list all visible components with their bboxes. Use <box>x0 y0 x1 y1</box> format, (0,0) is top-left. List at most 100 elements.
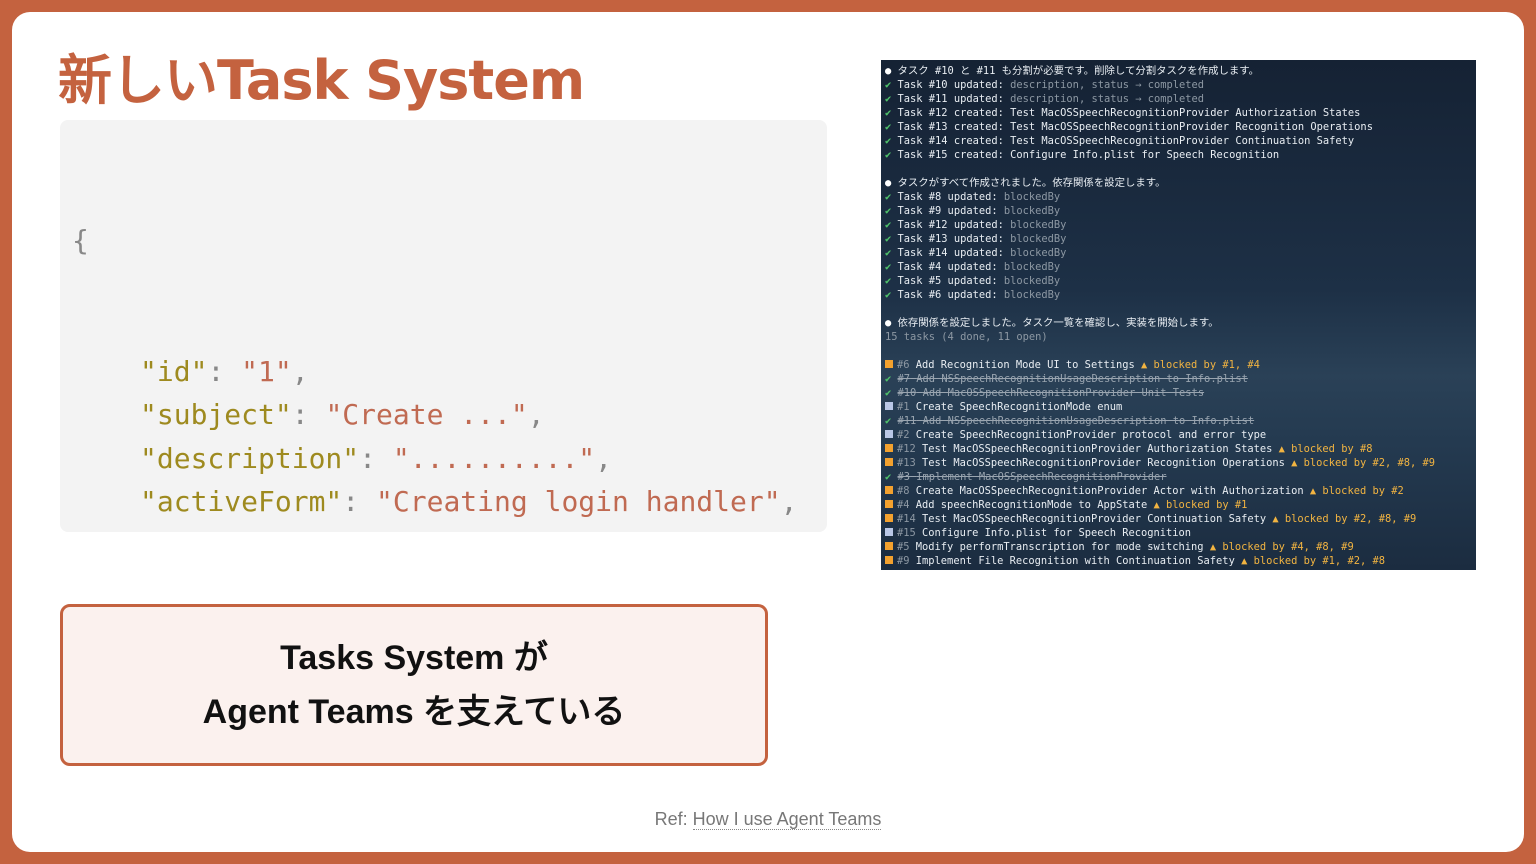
terminal-message: Task #15 created: Configure Info.plist f… <box>897 149 1280 161</box>
blocked-status-icon <box>885 500 893 508</box>
open-status-icon <box>885 430 893 438</box>
ref-link[interactable]: How I use Agent Teams <box>692 809 882 830</box>
code-comma: , <box>460 529 477 533</box>
blocked-by-label: ▲ blocked by #2 <box>1309 485 1404 497</box>
terminal-line: ✔ Task #14 updated: blockedBy <box>885 246 1476 260</box>
terminal-message: タスク #10 と #11 も分割が必要です。削除して分割タスクを作成します。 <box>897 65 1260 77</box>
terminal-message: Task #8 updated: <box>897 191 1004 203</box>
task-number: #13 <box>897 457 916 469</box>
task-list-item: ✔ #3 Implement MacOSSpeechRecognitionPro… <box>885 470 1476 484</box>
task-list-item: #8 Create MacOSSpeechRecognitionProvider… <box>885 484 1476 498</box>
callout-line-1: Tasks System が <box>280 639 548 677</box>
blocked-status-icon <box>885 458 893 466</box>
terminal-line: ✔ Task #12 created: Test MacOSSpeechReco… <box>885 106 1476 120</box>
code-key: "subject" <box>140 398 292 431</box>
task-title: Modify performTranscription for mode swi… <box>915 541 1204 553</box>
terminal-message: タスクがすべて作成されました。依存関係を設定します。 <box>897 177 1166 189</box>
bullet-icon: ● <box>885 65 898 77</box>
terminal-detail: blockedBy <box>1003 275 1061 287</box>
task-list-item: ✔ #11 Add NSSpeechRecognitionUsageDescri… <box>885 414 1476 428</box>
task-number: #15 <box>897 527 916 539</box>
reference-footer: Ref: How I use Agent Teams <box>12 809 1524 830</box>
terminal-message: Task #13 updated: <box>897 233 1011 245</box>
check-icon: ✔ <box>885 191 898 203</box>
blocked-status-icon <box>885 542 893 550</box>
code-line: "status": "pending", <box>72 524 827 533</box>
terminal-message: Task #14 created: Test MacOSSpeechRecogn… <box>897 135 1355 147</box>
check-icon: ✔ <box>885 289 898 301</box>
blocked-by-label: ▲ blocked by #2, #8, #9 <box>1272 513 1417 525</box>
terminal-message: Task #10 updated: <box>897 79 1011 91</box>
task-number: #8 <box>897 485 910 497</box>
task-number: #9 <box>897 555 910 567</box>
blocked-by-label: ▲ blocked by #1, #2, #8 <box>1241 555 1385 567</box>
terminal-detail: blockedBy <box>1003 289 1061 301</box>
terminal-message: Task #12 updated: <box>897 219 1011 231</box>
task-title: Test MacOSSpeechRecognitionProvider Reco… <box>922 457 1285 469</box>
task-number: #4 <box>897 499 910 511</box>
ref-prefix: Ref: <box>654 809 693 829</box>
terminal-message: Task #9 updated: <box>897 205 1004 217</box>
check-icon: ✔ <box>885 247 898 259</box>
terminal-line: ✔ Task #8 updated: blockedBy <box>885 190 1476 204</box>
code-value: "Create ..." <box>325 398 528 431</box>
check-icon: ✔ <box>885 205 898 217</box>
task-number: #6 <box>897 359 910 371</box>
task-title: Configure Info.plist for Speech Recognit… <box>922 527 1192 539</box>
task-title: Create MacOSSpeechRecognitionProvider Ac… <box>915 485 1304 497</box>
terminal-detail: blockedBy <box>1003 191 1061 203</box>
task-list-item: #14 Test MacOSSpeechRecognitionProvider … <box>885 512 1476 526</box>
task-number: #12 <box>897 443 916 455</box>
check-icon: ✔ <box>885 93 898 105</box>
task-number: #5 <box>897 541 910 553</box>
terminal-line: ✔ Task #14 created: Test MacOSSpeechReco… <box>885 134 1476 148</box>
task-number: #10 <box>897 387 917 399</box>
task-title: Add Recognition Mode UI to Settings <box>915 359 1135 371</box>
task-number: #1 <box>897 401 910 413</box>
task-title: Implement MacOSSpeechRecognitionProvider <box>916 471 1167 483</box>
code-line: "activeForm": "Creating login handler", <box>140 485 798 518</box>
task-number: #14 <box>897 513 916 525</box>
terminal-message: Task #5 updated: <box>897 275 1004 287</box>
task-title: Add NSSpeechRecognitionUsageDescription … <box>922 415 1255 427</box>
terminal-screenshot: ● タスク #10 と #11 も分割が必要です。削除して分割タスクを作成します… <box>881 60 1476 570</box>
open-status-icon <box>885 528 893 536</box>
task-title: Create SpeechRecognitionMode enum <box>915 401 1123 413</box>
code-value: "pending" <box>309 529 461 533</box>
check-icon: ✔ <box>885 261 898 273</box>
terminal-detail: blockedBy <box>1003 205 1061 217</box>
task-number: #2 <box>897 429 910 441</box>
terminal-message: Task #14 updated: <box>897 247 1011 259</box>
terminal-line: ✔ Task #6 updated: blockedBy <box>885 288 1476 302</box>
blocked-by-label: ▲ blocked by #4, #8, #9 <box>1209 541 1354 553</box>
open-status-icon <box>885 402 893 410</box>
terminal-line: ✔ Task #10 updated: description, status … <box>885 78 1476 92</box>
terminal-detail: blockedBy <box>1010 233 1067 245</box>
terminal-line: ✔ Task #4 updated: blockedBy <box>885 260 1476 274</box>
terminal-message: Task #11 updated: <box>897 93 1011 105</box>
check-icon: ✔ <box>885 219 898 231</box>
code-comma: , <box>291 354 309 388</box>
task-summary: 15 tasks (4 done, 11 open) <box>885 331 1048 343</box>
code-key: "activeForm" <box>140 485 343 518</box>
terminal-line: ● 依存関係を設定しました。タスク一覧を確認し、実装を開始します。 <box>885 316 1476 330</box>
task-list-item: #2 Create SpeechRecognitionProvider prot… <box>885 428 1476 442</box>
blocked-status-icon <box>885 556 893 564</box>
callout-box: Tasks System が Agent Teams を支えている <box>60 604 768 766</box>
terminal-line: ✔ Task #5 updated: blockedBy <box>885 274 1476 288</box>
terminal-message: Task #12 created: Test MacOSSpeechRecogn… <box>897 107 1361 119</box>
code-line: "id": "1", <box>140 354 309 388</box>
terminal-detail: blockedBy <box>1010 219 1067 231</box>
task-list-item: #9 Implement File Recognition with Conti… <box>885 554 1476 568</box>
check-icon: ✔ <box>885 471 898 483</box>
code-comma: , <box>527 398 545 431</box>
task-number: #3 <box>897 471 911 483</box>
task-list-item: ✔ #10 Add MacOSSpeechRecognitionProvider… <box>885 386 1476 400</box>
check-icon: ✔ <box>885 373 898 385</box>
blocked-by-label: ▲ blocked by #8 <box>1278 443 1373 455</box>
blocked-by-label: ▲ blocked by #1 <box>1153 499 1248 511</box>
task-title: Add MacOSSpeechRecognitionProvider Unit … <box>922 387 1205 399</box>
code-comma: , <box>595 441 613 475</box>
code-value: ".........." <box>392 441 596 475</box>
